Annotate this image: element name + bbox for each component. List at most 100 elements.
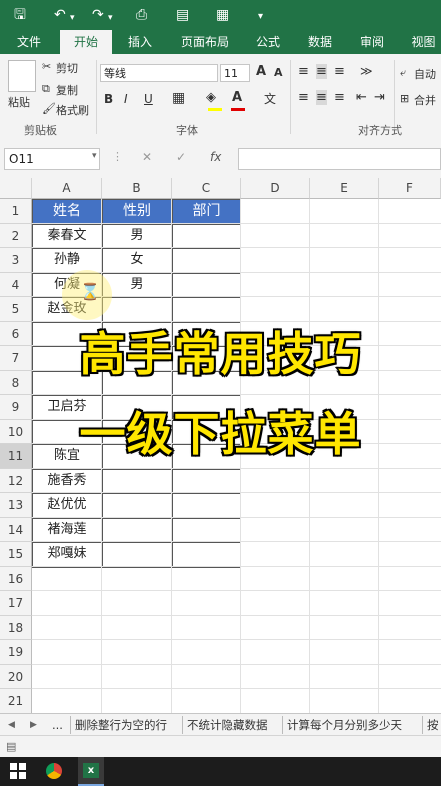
tab-data[interactable]: 数据 bbox=[302, 30, 338, 54]
table-cell[interactable] bbox=[102, 493, 172, 519]
table-cell[interactable] bbox=[172, 223, 241, 249]
table-cell[interactable]: 男 bbox=[102, 223, 172, 249]
align-center-icon[interactable]: ≡ bbox=[316, 90, 327, 105]
name-box[interactable]: O11 bbox=[4, 148, 100, 170]
tab-review[interactable]: 审阅 bbox=[354, 30, 390, 54]
phonetic-button[interactable]: 文 bbox=[264, 90, 276, 107]
table-cell[interactable] bbox=[102, 468, 172, 494]
merge-button[interactable]: 合并 bbox=[414, 92, 436, 108]
table-cell[interactable]: 施香秀 bbox=[32, 468, 102, 494]
increase-indent-icon[interactable]: ⇥ bbox=[374, 90, 385, 105]
row-header[interactable]: 17 bbox=[0, 591, 32, 616]
table-cell[interactable] bbox=[172, 542, 241, 568]
align-right-icon[interactable]: ≡ bbox=[334, 90, 345, 105]
enter-icon[interactable]: ✓ bbox=[176, 150, 186, 164]
insert-function-button[interactable]: fx bbox=[210, 150, 221, 164]
row-header[interactable]: 18 bbox=[0, 615, 32, 640]
align-top-icon[interactable]: ≡ bbox=[298, 64, 309, 79]
table-icon[interactable]: ▦ bbox=[216, 6, 229, 24]
paste-button[interactable]: 粘贴 bbox=[8, 94, 30, 110]
column-header-a[interactable]: A bbox=[32, 178, 102, 199]
row-header[interactable]: 15 bbox=[0, 542, 32, 567]
cut-button[interactable]: 剪切 bbox=[56, 60, 78, 76]
row-header[interactable]: 12 bbox=[0, 468, 32, 493]
grow-font-button[interactable]: A bbox=[256, 64, 266, 79]
tab-insert[interactable]: 插入 bbox=[120, 30, 160, 54]
row-header[interactable]: 20 bbox=[0, 664, 32, 689]
tab-view[interactable]: 视图 bbox=[406, 30, 441, 54]
print-preview-icon[interactable]: ⎙ bbox=[136, 6, 147, 24]
orientation-icon[interactable]: ≫ bbox=[360, 64, 373, 78]
scroll-right-icon[interactable]: ▶ bbox=[30, 716, 37, 734]
row-header[interactable]: 19 bbox=[0, 640, 32, 665]
table-cell[interactable]: 秦春文 bbox=[32, 223, 102, 249]
row-header[interactable]: 2 bbox=[0, 223, 32, 248]
wrap-text-button[interactable]: 自动 bbox=[414, 66, 436, 82]
scroll-left-icon[interactable]: ◀ bbox=[8, 716, 15, 734]
select-all-corner[interactable] bbox=[0, 178, 32, 199]
table-cell[interactable]: 褚海莲 bbox=[32, 517, 102, 543]
copy-button[interactable]: 复制 bbox=[56, 82, 78, 98]
table-cell[interactable] bbox=[172, 248, 241, 274]
fill-color-icon[interactable]: ◈ bbox=[206, 90, 216, 105]
borders-icon[interactable]: ▦ bbox=[172, 90, 185, 106]
row-header[interactable]: 4 bbox=[0, 272, 32, 297]
windows-start-icon[interactable] bbox=[10, 763, 26, 779]
underline-button[interactable]: U bbox=[144, 92, 153, 106]
font-name-select[interactable]: 等线 bbox=[100, 64, 218, 82]
row-header[interactable]: 21 bbox=[0, 689, 32, 713]
table-cell[interactable] bbox=[172, 517, 241, 543]
shrink-font-button[interactable]: A bbox=[274, 66, 283, 79]
tab-page-layout[interactable]: 页面布局 bbox=[176, 30, 234, 54]
bold-button[interactable]: B bbox=[104, 92, 113, 106]
save-icon[interactable]: 🖫 bbox=[14, 6, 26, 24]
column-header-b[interactable]: B bbox=[102, 178, 172, 199]
undo-icon[interactable]: ↶ bbox=[54, 6, 66, 24]
table-cell[interactable] bbox=[172, 272, 241, 298]
sheet-tab-4[interactable]: 按 bbox=[422, 716, 439, 734]
sheet-tab-1[interactable]: 删除整行为空的行 bbox=[70, 716, 167, 734]
row-header[interactable]: 16 bbox=[0, 566, 32, 591]
font-color-button[interactable]: A bbox=[232, 90, 242, 105]
row-header[interactable]: 3 bbox=[0, 248, 32, 273]
table-cell[interactable] bbox=[172, 468, 241, 494]
sheet-tab-overflow[interactable]: ... bbox=[52, 716, 63, 734]
sheet-tab-2[interactable]: 不统计隐藏数据 bbox=[182, 716, 268, 734]
format-painter-button[interactable]: 格式刷 bbox=[56, 102, 89, 118]
table-header-cell[interactable]: 性别 bbox=[102, 199, 172, 224]
cancel-icon[interactable]: ✕ bbox=[142, 150, 152, 164]
table-header-cell[interactable]: 部门 bbox=[172, 199, 241, 224]
excel-taskbar-button[interactable]: x bbox=[78, 757, 104, 786]
chevron-down-icon[interactable]: ▾ bbox=[108, 9, 113, 27]
align-left-icon[interactable]: ≡ bbox=[298, 90, 309, 105]
chevron-down-icon[interactable]: ▾ bbox=[70, 9, 75, 27]
row-header[interactable]: 1 bbox=[0, 199, 32, 224]
table-header-cell[interactable]: 姓名 bbox=[32, 199, 102, 224]
formula-input[interactable] bbox=[238, 148, 441, 170]
table-cell[interactable] bbox=[172, 493, 241, 519]
customize-qat-icon[interactable]: ▾ bbox=[258, 8, 263, 26]
table-cell[interactable]: 赵优优 bbox=[32, 493, 102, 519]
chrome-icon[interactable] bbox=[46, 763, 62, 779]
table-cell[interactable]: 女 bbox=[102, 248, 172, 274]
column-header-e[interactable]: E bbox=[310, 178, 379, 199]
macro-record-icon[interactable]: ▤ bbox=[6, 740, 16, 753]
redo-icon[interactable]: ↷ bbox=[92, 6, 104, 24]
table-cell[interactable]: 男 bbox=[102, 272, 172, 298]
row-header[interactable]: 13 bbox=[0, 493, 32, 518]
column-header-c[interactable]: C bbox=[172, 178, 241, 199]
tab-home[interactable]: 开始 bbox=[60, 30, 112, 54]
column-header-f[interactable]: F bbox=[379, 178, 441, 199]
decrease-indent-icon[interactable]: ⇤ bbox=[356, 90, 367, 105]
form-icon[interactable]: ▤ bbox=[176, 6, 189, 24]
align-bottom-icon[interactable]: ≡ bbox=[334, 64, 345, 79]
font-size-select[interactable]: 11 bbox=[220, 64, 250, 82]
sheet-tab-3[interactable]: 计算每个月分别多少天 bbox=[282, 716, 402, 734]
table-cell[interactable] bbox=[102, 517, 172, 543]
table-cell[interactable]: 郑嘎妹 bbox=[32, 542, 102, 568]
tab-formulas[interactable]: 公式 bbox=[250, 30, 286, 54]
tab-file[interactable]: 文件 bbox=[10, 30, 48, 54]
chevron-down-icon[interactable]: ▾ bbox=[92, 151, 97, 161]
table-cell[interactable] bbox=[102, 542, 172, 568]
column-header-d[interactable]: D bbox=[241, 178, 310, 199]
